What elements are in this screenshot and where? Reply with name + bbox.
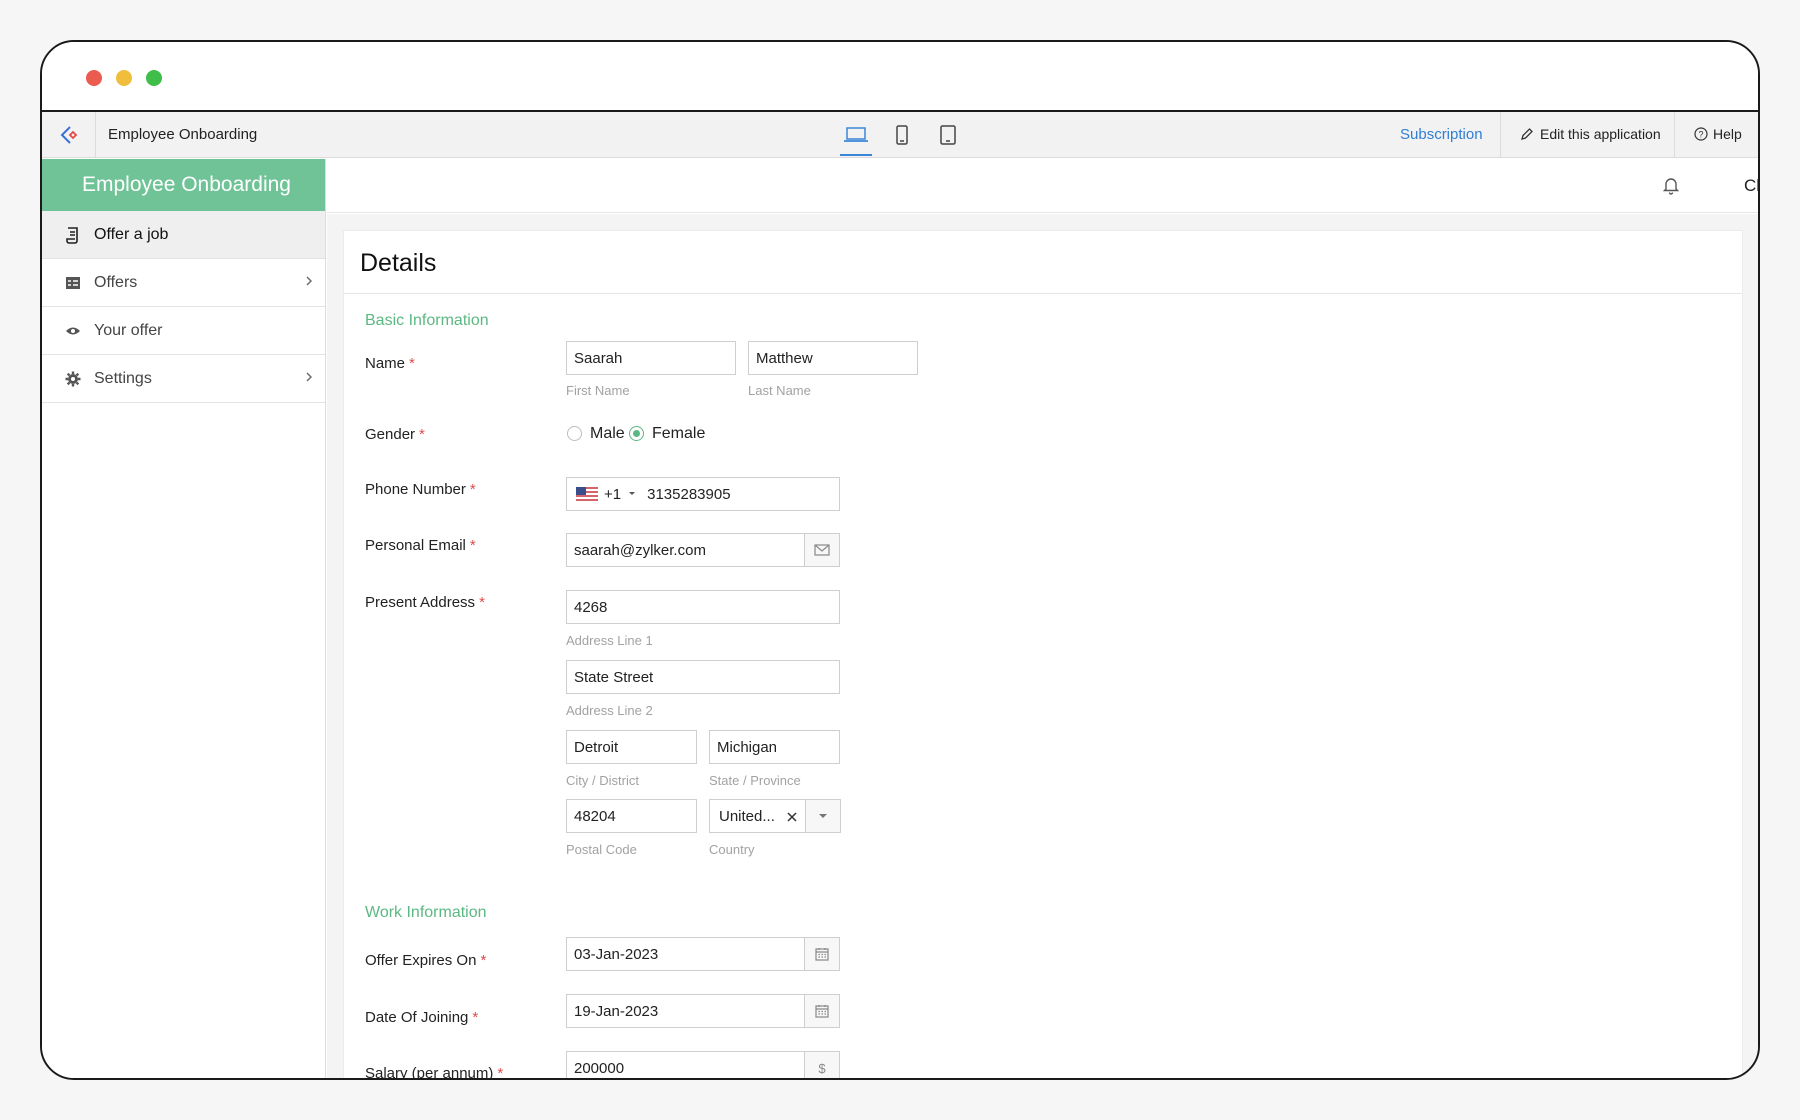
help-label: Help [1713,126,1742,142]
toolbar-divider [1674,112,1675,158]
subscription-link[interactable]: Subscription [1400,126,1483,143]
joining-date-label: Date Of Joining * [365,1009,479,1026]
user-name[interactable]: Chris [1744,176,1758,196]
eye-icon [64,322,82,340]
section-basic-information: Basic Information [365,312,489,329]
calendar-icon[interactable] [804,994,840,1028]
details-form: Details Basic Information Name * Saarah F… [343,230,1743,1080]
sidebar-header: Employee Onboarding [42,159,325,211]
gender-option-male[interactable]: Male [590,425,625,443]
phone-field[interactable]: +1 3135283905 [566,477,840,511]
joining-date-label-text: Date Of Joining [365,1009,469,1026]
phone-country-code[interactable]: +1 [604,486,621,503]
help-button[interactable]: ? Help [1694,126,1742,142]
svg-text:?: ? [1698,130,1703,140]
phone-icon[interactable] [886,112,918,158]
device-switcher [840,112,964,158]
clear-icon[interactable] [787,812,797,822]
phone-number-value: 3135283905 [647,485,731,503]
sidebar-item-label: Offers [94,273,138,291]
chevron-right-icon [306,372,312,382]
email-field[interactable]: saarah@zylker.com [566,533,805,567]
salary-field[interactable]: 200000 [566,1051,805,1078]
sidebar-item-offers[interactable]: Offers [42,259,325,307]
last-name-field[interactable]: Matthew [748,341,918,375]
list-icon [64,274,82,292]
joining-date-field[interactable]: 19-Jan-2023 [566,994,805,1028]
address-label: Present Address * [365,594,485,611]
app-name: Employee Onboarding [108,126,258,143]
phone-label-text: Phone Number [365,481,466,498]
state-hint: State / Province [709,773,801,788]
tablet-icon[interactable] [932,112,964,158]
edit-application-button[interactable]: Edit this application [1520,126,1661,142]
title-divider [344,293,1742,294]
name-label-text: Name [365,355,406,372]
city-hint: City / District [566,773,639,788]
name-label: Name * [365,355,415,372]
first-name-hint: First Name [566,383,630,398]
postal-code-field[interactable]: 48204 [566,799,697,833]
toolbar-divider [1500,112,1501,158]
gender-radio-female[interactable] [629,426,644,441]
sidebar-item-label: Offer a job [94,225,169,243]
last-name-hint: Last Name [748,383,811,398]
chevron-down-icon[interactable] [805,799,841,833]
gear-icon [64,370,82,388]
address-label-text: Present Address [365,594,476,611]
gender-radio-male[interactable] [567,426,582,441]
country-hint: Country [709,842,755,857]
calendar-icon[interactable] [804,937,840,971]
main-content: Details Basic Information Name * Saarah F… [327,214,1758,1078]
caret-down-icon[interactable] [627,490,637,498]
minimize-window-button[interactable] [116,70,132,86]
chevron-right-icon [306,276,312,286]
state-field[interactable]: Michigan [709,730,840,764]
help-icon: ? [1694,127,1708,141]
app-logo-icon[interactable] [42,112,96,158]
offer-expires-label: Offer Expires On * [365,952,487,969]
user-topbar: Chris [327,159,1758,213]
address-line1-field[interactable]: 4268 [566,590,840,624]
us-flag-icon [576,487,598,501]
maximize-window-button[interactable] [146,70,162,86]
scroll-icon [64,226,82,244]
mail-icon [804,533,840,567]
app-toolbar: Employee Onboarding Subscription Edit th… [42,112,1758,158]
offer-expires-field[interactable]: 03-Jan-2023 [566,937,805,971]
first-name-field[interactable]: Saarah [566,341,736,375]
email-label: Personal Email * [365,537,476,554]
salary-label: Salary (per annum) * [365,1065,504,1080]
salary-label-text: Salary (per annum) [365,1065,494,1080]
email-label-text: Personal Email [365,537,466,554]
app-window: Employee Onboarding Subscription Edit th… [40,40,1760,1080]
edit-application-label: Edit this application [1540,126,1661,142]
address-line1-hint: Address Line 1 [566,633,653,648]
dollar-icon: $ [804,1051,840,1078]
sidebar-item-offer-a-job[interactable]: Offer a job [42,211,325,259]
country-select[interactable]: United... [709,799,806,833]
bell-icon[interactable] [1662,175,1680,195]
page-title: Details [360,249,437,277]
address-line2-hint: Address Line 2 [566,703,653,718]
sidebar: Employee Onboarding Offer a job Offers Y… [42,159,326,1078]
sidebar-item-your-offer[interactable]: Your offer [42,307,325,355]
section-work-information: Work Information [365,904,487,921]
window-titlebar [42,42,1758,112]
sidebar-item-label: Your offer [94,321,163,339]
city-field[interactable]: Detroit [566,730,697,764]
gender-label-text: Gender [365,426,416,443]
pencil-icon [1521,128,1533,140]
laptop-icon[interactable] [840,112,872,158]
offer-expires-label-text: Offer Expires On [365,952,477,969]
gender-option-female[interactable]: Female [652,425,705,443]
postal-code-hint: Postal Code [566,842,637,857]
close-window-button[interactable] [86,70,102,86]
gender-label: Gender * [365,426,425,443]
address-line2-field[interactable]: State Street [566,660,840,694]
sidebar-item-label: Settings [94,369,152,387]
country-value: United... [719,807,775,825]
phone-label: Phone Number * [365,481,476,498]
sidebar-item-settings[interactable]: Settings [42,355,325,403]
